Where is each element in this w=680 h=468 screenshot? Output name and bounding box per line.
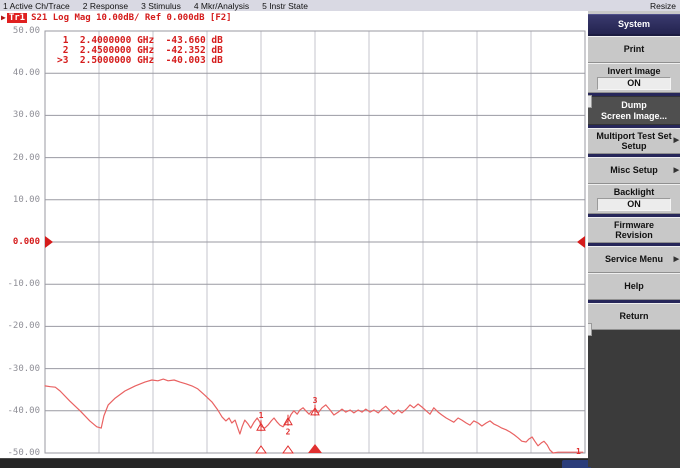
menu-item-5[interactable]: 5 Instr State <box>262 1 308 11</box>
softkey-scroll-notch-bottom[interactable] <box>588 323 592 336</box>
stimulus-marker-3-active-icon[interactable] <box>308 444 322 453</box>
display-area: ▶ Tr1 S21 Log Mag 10.00dB/ Ref 0.000dB [… <box>0 11 588 458</box>
softkey-misc-setup[interactable]: Misc Setup ▶ <box>588 157 680 184</box>
softkey-backlight[interactable]: BacklightON <box>588 184 680 214</box>
ref-level-marker-right-icon <box>577 236 585 248</box>
stimulus-marker-2-icon[interactable] <box>283 446 293 453</box>
softkey-label: Service Menu <box>605 254 663 265</box>
marker-readout-table: 1 2.4000000 GHz -43.660 dB 2 2.4500000 G… <box>57 36 223 66</box>
submenu-arrow-icon: ▶ <box>674 166 679 176</box>
marker-3-label: 3 <box>313 396 318 405</box>
menu-item-4[interactable]: 4 Mkr/Analysis <box>194 1 249 11</box>
softkey-label: Invert Image <box>607 66 660 77</box>
softkey-label: Setup <box>621 141 646 152</box>
submenu-arrow-icon: ▶ <box>674 136 679 146</box>
stimulus-marker-1-icon[interactable] <box>256 446 266 453</box>
menu-item-3[interactable]: 3 Stimulus <box>141 1 181 11</box>
softkey-invert-image[interactable]: Invert ImageON <box>588 63 680 93</box>
softkey-stack: SystemPrintInvert ImageONDumpScreen Imag… <box>588 11 680 330</box>
softkey-label: Misc Setup <box>610 165 658 176</box>
marker-2-label: 2 <box>286 428 291 437</box>
softkey-sidebar: SystemPrintInvert ImageONDumpScreen Imag… <box>588 11 680 467</box>
softkey-label: Return <box>620 311 649 322</box>
marker-row-3: >3 2.5000000 GHz -40.003 dB <box>57 56 223 66</box>
menu-item-2[interactable]: 2 Response <box>83 1 128 11</box>
resize-button[interactable]: Resize <box>650 1 676 11</box>
softkey-multiport-test-set-setup[interactable]: Multiport Test SetSetup ▶ <box>588 128 680 154</box>
softkey-service-menu[interactable]: Service Menu ▶ <box>588 246 680 273</box>
softkey-label: System <box>618 19 650 30</box>
trace-end-label: 1 <box>576 447 581 456</box>
softkey-return[interactable]: Return <box>588 303 680 330</box>
softkey-label: Dump <box>621 100 647 111</box>
graticule-plot: 1 2 3 1 <box>0 11 588 458</box>
softkey-label: Help <box>624 281 644 292</box>
softkey-system: System <box>588 14 680 36</box>
s21-trace <box>45 379 583 453</box>
softkey-label: Multiport Test Set <box>596 131 671 142</box>
softkey-label: Revision <box>615 230 653 241</box>
softkey-help[interactable]: Help <box>588 273 680 300</box>
softkey-firmware-revision[interactable]: FirmwareRevision <box>588 217 680 243</box>
softkey-label: Screen Image... <box>601 111 667 122</box>
softkey-invert-image-state: ON <box>597 77 671 90</box>
softkey-label: Firmware <box>614 220 654 231</box>
softkey-backlight-state: ON <box>597 198 671 211</box>
softkey-label: Backlight <box>614 187 655 198</box>
softkey-scroll-notch-top[interactable] <box>588 95 592 108</box>
submenu-arrow-icon: ▶ <box>674 255 679 265</box>
menu-item-1[interactable]: 1 Active Ch/Trace <box>3 1 70 11</box>
marker-1-label: 1 <box>259 411 264 420</box>
softkey-dump-screen-image[interactable]: DumpScreen Image... <box>588 96 680 125</box>
softkey-label: Print <box>624 44 645 55</box>
ref-level-marker-left-icon <box>45 236 53 248</box>
softkey-print[interactable]: Print <box>588 36 680 63</box>
